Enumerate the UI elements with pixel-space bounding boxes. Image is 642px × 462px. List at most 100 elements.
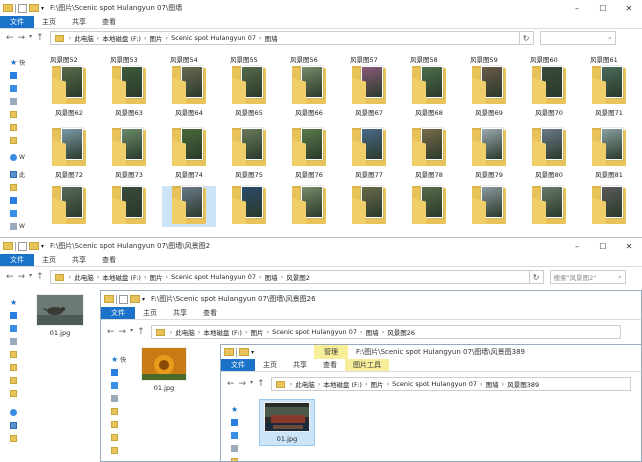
crumb[interactable]: 风景图26 xyxy=(387,327,415,337)
nav-onedrive[interactable] xyxy=(0,406,36,419)
back-button[interactable]: ← xyxy=(6,272,14,282)
folder-item[interactable]: 风景图77 xyxy=(342,128,396,179)
nav-item[interactable] xyxy=(0,322,36,335)
crumb[interactable]: 图墙 xyxy=(486,379,499,389)
nav-quick-access[interactable]: ★ xyxy=(221,403,257,416)
nav-item[interactable] xyxy=(221,455,257,461)
customize-toolbar-icon[interactable]: ▾ xyxy=(41,5,44,12)
nav-item[interactable] xyxy=(0,207,36,220)
address-bar[interactable]: › 此电脑 › 本地磁盘 (F:) › 图片 › Scenic spot Hulangy… xyxy=(49,270,530,284)
forward-button[interactable]: → xyxy=(18,272,26,282)
nav-item[interactable] xyxy=(0,108,36,121)
tab-home[interactable]: 主页 xyxy=(34,16,64,28)
crumb[interactable]: 风景图389 xyxy=(507,379,539,389)
nav-item[interactable] xyxy=(0,121,36,134)
tab-share[interactable]: 共享 xyxy=(64,254,94,266)
nav-item[interactable]: W xyxy=(0,220,36,233)
folder-item[interactable] xyxy=(162,186,216,227)
folder-item[interactable]: 风景图73 xyxy=(102,128,156,179)
nav-item[interactable] xyxy=(0,432,36,445)
nav-item[interactable] xyxy=(221,442,257,455)
new-folder-icon[interactable] xyxy=(130,295,140,303)
folder-item[interactable] xyxy=(222,186,276,227)
maximize-button[interactable]: ☐ xyxy=(590,0,616,16)
folder-item[interactable]: 风景图65 xyxy=(222,66,276,117)
folder-item[interactable] xyxy=(42,186,96,227)
folder-item[interactable]: 风景图71 xyxy=(582,66,636,117)
crumb[interactable]: 图墙 xyxy=(366,327,379,337)
folder-item[interactable]: 风景图62 xyxy=(42,66,96,117)
back-button[interactable]: ← xyxy=(227,379,235,389)
forward-button[interactable]: → xyxy=(239,379,247,389)
crumb[interactable]: Scenic spot Hulangyun 07 xyxy=(392,380,477,388)
folder-item[interactable]: 风景图74 xyxy=(162,128,216,179)
nav-item[interactable] xyxy=(101,418,137,431)
nav-this-pc[interactable]: 此 xyxy=(0,168,36,181)
customize-toolbar-icon[interactable]: ▾ xyxy=(142,296,145,303)
minimize-button[interactable]: – xyxy=(564,0,590,16)
maximize-button[interactable]: ☐ xyxy=(590,238,616,254)
up-button[interactable]: ↑ xyxy=(36,272,44,282)
nav-item[interactable] xyxy=(0,181,36,194)
tab-view[interactable]: 查看 xyxy=(315,359,345,371)
tab-file[interactable]: 文件 xyxy=(0,254,34,266)
image-file-item-selected[interactable]: 01.jpg xyxy=(259,399,315,446)
nav-onedrive[interactable]: W xyxy=(0,151,36,164)
customize-toolbar-icon[interactable]: ▾ xyxy=(251,349,254,356)
folder-item[interactable]: 风景图63 xyxy=(102,66,156,117)
crumb[interactable]: 此电脑 xyxy=(74,33,94,43)
crumb[interactable]: 此电脑 xyxy=(74,272,94,282)
folder-item[interactable]: 风景图66 xyxy=(282,66,336,117)
nav-item[interactable] xyxy=(0,69,36,82)
address-bar[interactable]: › 此电脑 › 本地磁盘 (F:) › 图片 › Scenic spot Hulangy… xyxy=(49,31,520,45)
nav-item[interactable] xyxy=(0,82,36,95)
new-folder-icon[interactable] xyxy=(239,348,249,356)
tab-home[interactable]: 主页 xyxy=(255,359,285,371)
nav-item[interactable] xyxy=(101,431,137,444)
nav-item[interactable] xyxy=(101,392,137,405)
tab-view[interactable]: 查看 xyxy=(94,254,124,266)
crumb[interactable]: 本地磁盘 (F:) xyxy=(102,33,141,43)
crumb[interactable]: 图片 xyxy=(150,33,163,43)
tab-share[interactable]: 共享 xyxy=(165,307,195,319)
folder-item[interactable] xyxy=(402,186,456,227)
folder-item[interactable]: 风景图76 xyxy=(282,128,336,179)
crumb[interactable]: 此电脑 xyxy=(175,327,195,337)
crumb[interactable]: 风景图2 xyxy=(286,272,310,282)
nav-quick-access[interactable]: ★ xyxy=(0,296,36,309)
nav-item[interactable] xyxy=(0,95,36,108)
minimize-button[interactable]: – xyxy=(564,238,590,254)
close-button[interactable]: ✕ xyxy=(616,0,642,16)
crumb[interactable]: 图片 xyxy=(150,272,163,282)
nav-item[interactable] xyxy=(221,429,257,442)
nav-item[interactable] xyxy=(221,416,257,429)
crumb[interactable]: 图墙 xyxy=(265,272,278,282)
folder-item[interactable] xyxy=(282,186,336,227)
folder-item[interactable]: 风景图68 xyxy=(402,66,456,117)
folder-item[interactable]: 风景图75 xyxy=(222,128,276,179)
nav-item[interactable] xyxy=(0,134,36,147)
nav-item[interactable] xyxy=(101,366,137,379)
nav-item[interactable] xyxy=(0,309,36,322)
crumb[interactable]: Scenic spot Hulangyun 07 xyxy=(272,328,357,336)
tab-view[interactable]: 查看 xyxy=(94,16,124,28)
nav-this-pc[interactable] xyxy=(0,419,36,432)
nav-item[interactable] xyxy=(0,361,36,374)
properties-icon[interactable] xyxy=(18,3,27,13)
tab-file[interactable]: 文件 xyxy=(101,307,135,319)
up-button[interactable]: ↑ xyxy=(36,33,44,43)
up-button[interactable]: ↑ xyxy=(137,327,145,337)
customize-toolbar-icon[interactable]: ▾ xyxy=(41,243,44,250)
nav-item[interactable] xyxy=(0,374,36,387)
nav-item[interactable] xyxy=(101,444,137,457)
folder-item[interactable] xyxy=(522,186,576,227)
crumb[interactable]: 此电脑 xyxy=(295,379,315,389)
folder-item[interactable] xyxy=(102,186,156,227)
crumb[interactable]: Scenic spot Hulangyun 07 xyxy=(171,34,256,42)
crumb[interactable]: 图片 xyxy=(371,379,384,389)
nav-quick-access[interactable]: ★ 快 xyxy=(0,56,36,69)
refresh-button[interactable]: ↻ xyxy=(519,31,534,45)
new-folder-icon[interactable] xyxy=(29,242,39,250)
folder-item[interactable]: 风景图80 xyxy=(522,128,576,179)
tab-home[interactable]: 主页 xyxy=(135,307,165,319)
